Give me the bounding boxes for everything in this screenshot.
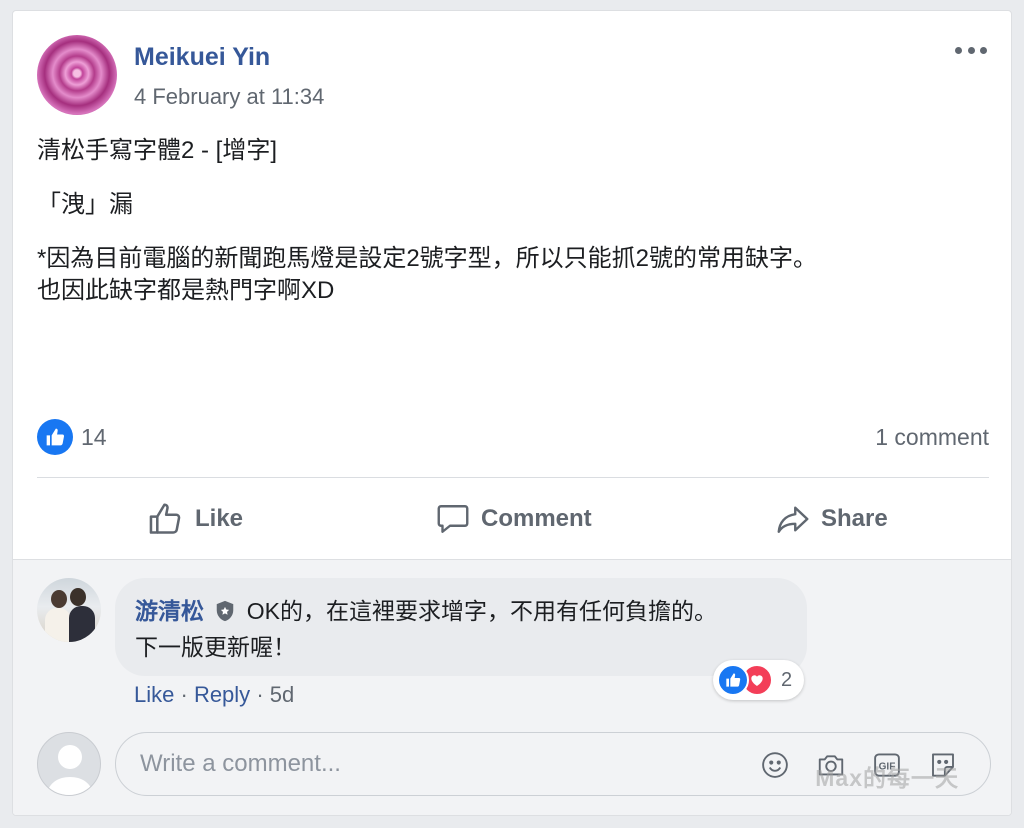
comment-text-line: 下一版更新喔！ — [135, 634, 296, 660]
comment-text-line: OK的，在這裡要求增字，不用有任何負擔的。 — [246, 598, 718, 624]
post-line: 清松手寫字體2 - [增字] — [37, 137, 278, 164]
more-options-icon[interactable] — [951, 37, 991, 63]
comment-actions: Like · Reply · 5d — [134, 682, 295, 707]
share-button[interactable]: Share — [775, 497, 888, 541]
comment-button[interactable]: Comment — [435, 497, 592, 541]
comment-reply-link[interactable]: Reply — [194, 682, 250, 707]
divider — [37, 477, 989, 478]
share-arrow-icon — [777, 506, 809, 533]
share-label: Share — [821, 505, 888, 532]
like-label: Like — [195, 505, 244, 532]
post-line: *因為目前電腦的新聞跑馬燈是設定2號字型，所以只能抓2號的常用缺字。 — [37, 245, 818, 272]
comment-label: Comment — [481, 505, 592, 532]
commenter-avatar[interactable] — [37, 578, 101, 642]
like-button[interactable]: Like — [147, 497, 243, 541]
post-line: 「洩」漏 — [37, 191, 133, 218]
author-avatar[interactable] — [37, 35, 117, 115]
current-user-avatar — [37, 732, 101, 796]
speech-bubble-icon — [437, 505, 469, 533]
comment-count-link[interactable]: 1 comment — [875, 424, 989, 451]
reaction-count[interactable]: 14 — [81, 424, 107, 451]
comment-like-link[interactable]: Like — [134, 682, 174, 707]
like-reaction-icon[interactable] — [37, 419, 73, 455]
emoji-icon[interactable] — [758, 749, 792, 781]
comment-reactions[interactable]: 2 — [713, 660, 805, 700]
like-reaction-icon — [717, 664, 749, 696]
comments-section: 游清松 OK的，在這裡要求增字，不用有任何負擔的。 下一版更新喔！ 2 Like… — [13, 559, 1011, 815]
comment-age[interactable]: 5d — [270, 682, 294, 707]
comment-input[interactable] — [140, 733, 740, 795]
post-line: 也因此缺字都是熱門字啊XD — [37, 277, 335, 304]
thumbs-up-icon — [149, 503, 181, 534]
commenter-name[interactable]: 游清松 — [135, 598, 204, 624]
shield-badge-icon — [217, 600, 234, 622]
post-timestamp[interactable]: 4 February at 11:34 — [134, 84, 324, 110]
post-body: 清松手寫字體2 - [增字] 「洩」漏 *因為目前電腦的新聞跑馬燈是設定2號字型… — [37, 135, 997, 307]
comment-reaction-count: 2 — [781, 668, 793, 691]
author-name[interactable]: Meikuei Yin — [134, 43, 270, 72]
post-card: Meikuei Yin 4 February at 11:34 清松手寫字體2 … — [12, 10, 1012, 816]
comment-bubble: 游清松 OK的，在這裡要求增字，不用有任何負擔的。 下一版更新喔！ — [115, 578, 807, 676]
watermark: Max的每一天 — [815, 765, 959, 791]
